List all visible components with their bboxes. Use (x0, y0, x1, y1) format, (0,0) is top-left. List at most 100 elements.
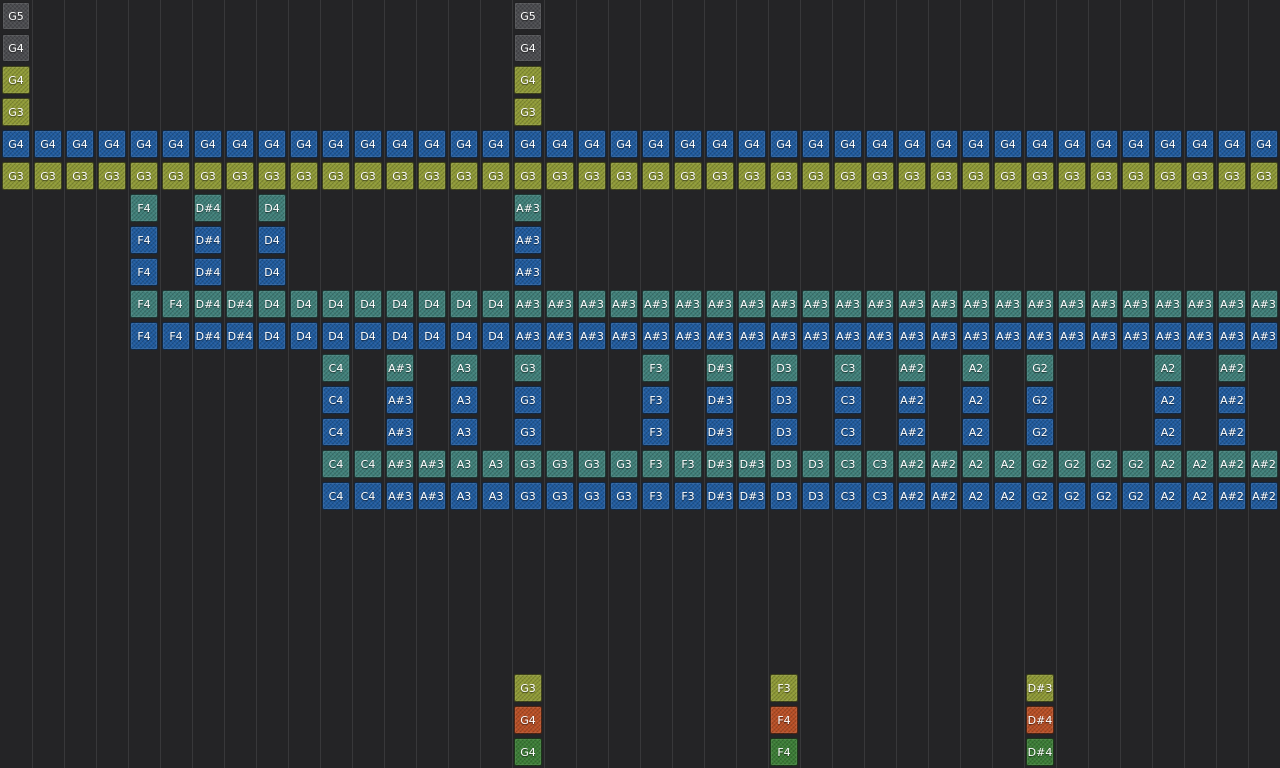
note-cell[interactable]: A#3 (514, 322, 542, 350)
note-cell[interactable]: G5 (2, 2, 30, 30)
note-cell[interactable]: G3 (290, 162, 318, 190)
note-cell[interactable]: G4 (610, 130, 638, 158)
note-cell[interactable]: G3 (514, 450, 542, 478)
note-cell[interactable]: G3 (482, 162, 510, 190)
note-cell[interactable]: A#3 (1154, 322, 1182, 350)
note-cell[interactable]: G3 (578, 482, 606, 510)
note-cell[interactable]: G3 (514, 674, 542, 702)
note-cell[interactable]: F3 (642, 354, 670, 382)
note-cell[interactable]: G4 (962, 130, 990, 158)
note-cell[interactable]: G3 (258, 162, 286, 190)
note-cell[interactable]: G3 (802, 162, 830, 190)
note-cell[interactable]: A#3 (514, 290, 542, 318)
note-cell[interactable]: G3 (866, 162, 894, 190)
note-cell[interactable]: F3 (674, 450, 702, 478)
note-cell[interactable]: G4 (1154, 130, 1182, 158)
note-cell[interactable]: A2 (994, 482, 1022, 510)
note-cell[interactable]: C4 (322, 386, 350, 414)
note-cell[interactable]: D4 (258, 194, 286, 222)
note-cell[interactable]: A2 (1154, 354, 1182, 382)
note-cell[interactable]: G4 (2, 130, 30, 158)
note-cell[interactable]: A#3 (578, 322, 606, 350)
note-cell[interactable]: G4 (194, 130, 222, 158)
note-cell[interactable]: D#4 (194, 322, 222, 350)
note-cell[interactable]: A2 (994, 450, 1022, 478)
note-cell[interactable]: A#2 (898, 482, 926, 510)
note-cell[interactable]: A2 (962, 482, 990, 510)
note-cell[interactable]: G3 (1154, 162, 1182, 190)
note-cell[interactable]: A#3 (418, 482, 446, 510)
note-cell[interactable]: G3 (674, 162, 702, 190)
note-cell[interactable]: A#3 (1122, 322, 1150, 350)
note-cell[interactable]: D3 (770, 482, 798, 510)
note-cell[interactable]: A#2 (1218, 386, 1246, 414)
note-cell[interactable]: D4 (386, 290, 414, 318)
note-cell[interactable]: A2 (962, 354, 990, 382)
note-cell[interactable]: A#3 (1058, 322, 1086, 350)
note-cell[interactable]: G3 (962, 162, 990, 190)
note-cell[interactable]: G2 (1058, 450, 1086, 478)
note-cell[interactable]: F3 (770, 674, 798, 702)
note-cell[interactable]: C3 (866, 450, 894, 478)
note-cell[interactable]: A#3 (738, 322, 766, 350)
note-cell[interactable]: A#3 (514, 258, 542, 286)
note-cell[interactable]: G4 (514, 66, 542, 94)
note-cell[interactable]: G4 (1218, 130, 1246, 158)
note-cell[interactable]: A2 (962, 386, 990, 414)
note-cell[interactable]: G3 (610, 162, 638, 190)
note-cell[interactable]: F3 (674, 482, 702, 510)
note-cell[interactable]: G4 (66, 130, 94, 158)
note-cell[interactable]: A#3 (770, 322, 798, 350)
note-cell[interactable]: G4 (130, 130, 158, 158)
note-cell[interactable]: G3 (514, 98, 542, 126)
note-cell[interactable]: G3 (642, 162, 670, 190)
note-cell[interactable]: G4 (738, 130, 766, 158)
note-cell[interactable]: G4 (1250, 130, 1278, 158)
note-cell[interactable]: G4 (1122, 130, 1150, 158)
note-cell[interactable]: A#2 (898, 386, 926, 414)
note-cell[interactable]: F3 (642, 418, 670, 446)
note-cell[interactable]: G3 (34, 162, 62, 190)
note-cell[interactable]: A#3 (994, 290, 1022, 318)
note-cell[interactable]: G3 (738, 162, 766, 190)
note-cell[interactable]: G3 (610, 482, 638, 510)
note-cell[interactable]: G4 (450, 130, 478, 158)
note-cell[interactable]: F4 (162, 290, 190, 318)
note-cell[interactable]: D4 (418, 322, 446, 350)
note-cell[interactable]: C4 (354, 450, 382, 478)
note-cell[interactable]: D3 (770, 418, 798, 446)
note-cell[interactable]: G4 (834, 130, 862, 158)
note-cell[interactable]: A#3 (834, 290, 862, 318)
note-cell[interactable]: A#3 (1058, 290, 1086, 318)
note-cell[interactable]: G2 (1090, 450, 1118, 478)
note-cell[interactable]: G3 (514, 386, 542, 414)
note-cell[interactable]: G3 (322, 162, 350, 190)
note-cell[interactable]: D3 (770, 450, 798, 478)
note-cell[interactable]: A#3 (1090, 322, 1118, 350)
note-cell[interactable]: D4 (258, 258, 286, 286)
note-cell[interactable]: G4 (226, 130, 254, 158)
note-cell[interactable]: A2 (962, 450, 990, 478)
note-cell[interactable]: D#4 (194, 290, 222, 318)
note-cell[interactable]: A#3 (1186, 290, 1214, 318)
note-cell[interactable]: A#3 (802, 290, 830, 318)
note-cell[interactable]: A3 (450, 418, 478, 446)
note-cell[interactable]: A#3 (994, 322, 1022, 350)
note-cell[interactable]: G4 (514, 738, 542, 766)
note-cell[interactable]: G2 (1122, 482, 1150, 510)
note-cell[interactable]: A#3 (802, 322, 830, 350)
note-cell[interactable]: A#3 (674, 290, 702, 318)
note-cell[interactable]: A#3 (418, 450, 446, 478)
note-cell[interactable]: G3 (546, 482, 574, 510)
note-cell[interactable]: G3 (450, 162, 478, 190)
note-cell[interactable]: G4 (514, 130, 542, 158)
note-cell[interactable]: D#3 (706, 354, 734, 382)
note-cell[interactable]: A#3 (386, 354, 414, 382)
note-cell[interactable]: F4 (130, 290, 158, 318)
note-cell[interactable]: A#2 (1218, 450, 1246, 478)
note-cell[interactable]: A#3 (1026, 322, 1054, 350)
note-cell[interactable]: A2 (1154, 450, 1182, 478)
note-cell[interactable]: G3 (1090, 162, 1118, 190)
note-cell[interactable]: D4 (450, 290, 478, 318)
note-cell[interactable]: G4 (98, 130, 126, 158)
